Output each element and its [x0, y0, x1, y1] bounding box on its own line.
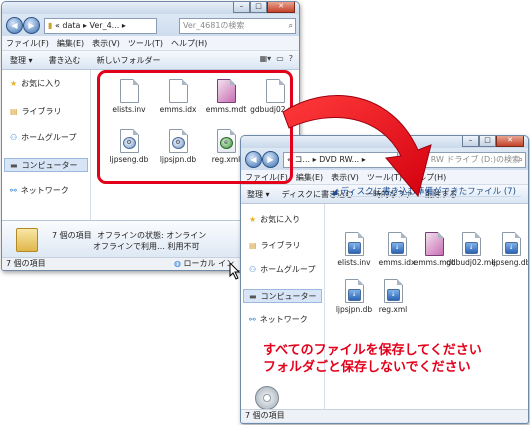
- arrow-shape: [282, 95, 432, 198]
- instruction-line-1: すべてのファイルを保存してください: [263, 343, 482, 358]
- instruction-line-2: フォルダごと保存しないでください: [263, 360, 471, 375]
- instruction-text: すべてのファイルを保存してください フォルダごと保存しないでください: [263, 342, 482, 376]
- mouse-cursor-icon: [229, 262, 241, 280]
